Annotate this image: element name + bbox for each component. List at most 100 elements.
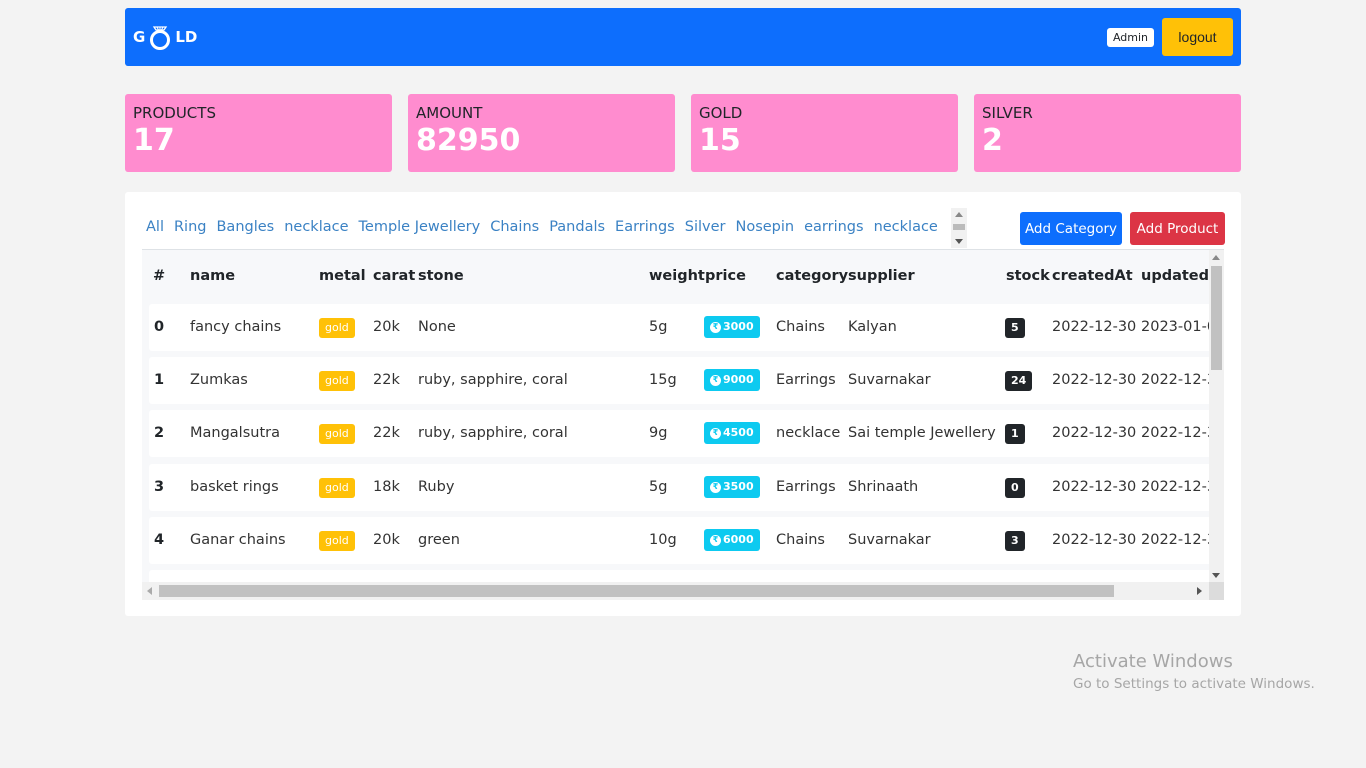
stock-badge: 5 [1005, 318, 1025, 338]
tab-pandals[interactable]: Pandals [549, 219, 605, 235]
row-updated-at: 2023-01-0 [1141, 319, 1217, 335]
stat-card-amount: AMOUNT 82950 [408, 94, 675, 172]
scroll-right-icon[interactable] [1197, 587, 1202, 595]
scroll-down-icon[interactable] [1212, 573, 1220, 578]
col-metal: metal [319, 268, 366, 284]
row-index: 2 [154, 425, 165, 441]
price-badge: ₹9000 [704, 369, 760, 391]
tab-earrings-lower[interactable]: earrings [804, 219, 863, 235]
tab-temple-jewellery[interactable]: Temple Jewellery [359, 219, 481, 235]
row-updated-at: 2022-12-3 [1141, 425, 1217, 441]
navbar: G LD Admin logout [125, 8, 1241, 66]
row-category: Earrings [776, 372, 836, 388]
col-price: price [705, 268, 746, 284]
row-stone: Ruby [418, 479, 455, 495]
rupee-icon: ₹ [710, 481, 721, 493]
price-value: 6000 [723, 533, 754, 546]
row-updated-at: 2022-12-3 [1141, 479, 1217, 495]
table-row[interactable]: 4 Ganar chains gold 20k green 10g ₹6000 … [149, 517, 1224, 564]
rupee-icon: ₹ [710, 427, 721, 439]
row-category: Chains [776, 532, 825, 548]
col-carat: carat [373, 268, 416, 284]
stat-value: 2 [982, 123, 1003, 158]
row-index: 1 [154, 372, 165, 388]
row-stone: green [418, 532, 460, 548]
rupee-icon: ₹ [710, 321, 721, 333]
price-badge: ₹3000 [704, 316, 760, 338]
row-created-at: 2022-12-30 [1052, 532, 1137, 548]
tab-all[interactable]: All [146, 219, 164, 235]
row-supplier: Shrinaath [848, 479, 919, 495]
row-category: necklace [776, 425, 841, 441]
tab-earrings[interactable]: Earrings [615, 219, 675, 235]
table-header: # name metal carat stone weight price ca… [142, 268, 1220, 292]
row-name: basket rings [190, 479, 279, 495]
table-vertical-scrollbar[interactable] [1209, 250, 1224, 582]
row-created-at: 2022-12-30 [1052, 319, 1137, 335]
add-product-button[interactable]: Add Product [1130, 212, 1225, 245]
col-supplier: supplier [848, 268, 915, 284]
row-stone: None [418, 319, 456, 335]
row-supplier: Kalyan [848, 319, 897, 335]
scroll-left-icon[interactable] [147, 587, 152, 595]
row-weight: 10g [649, 532, 677, 548]
row-updated-at: 2022-12-3 [1141, 372, 1217, 388]
scroll-thumb[interactable] [953, 224, 965, 230]
scroll-thumb[interactable] [1211, 266, 1222, 370]
logo-letters-ld: LD [175, 28, 198, 46]
stat-card-products: PRODUCTS 17 [125, 94, 392, 172]
tab-ring[interactable]: Ring [174, 219, 207, 235]
price-value: 3000 [723, 320, 754, 333]
row-name: fancy chains [190, 319, 282, 335]
table-row[interactable]: 1 Zumkas gold 22k ruby, sapphire, coral … [149, 357, 1224, 404]
scroll-up-icon[interactable] [955, 212, 963, 217]
col-name: name [190, 268, 236, 284]
metal-badge: gold [319, 531, 355, 551]
row-carat: 22k [373, 425, 400, 441]
row-index: 4 [154, 532, 165, 548]
logout-button[interactable]: logout [1162, 18, 1233, 56]
tab-silver[interactable]: Silver [685, 219, 726, 235]
metal-badge: gold [319, 424, 355, 444]
table-row[interactable]: 0 fancy chains gold 20k None 5g ₹3000 Ch… [149, 304, 1224, 351]
products-table: # name metal carat stone weight price ca… [142, 250, 1224, 600]
tab-necklace[interactable]: necklace [284, 219, 348, 235]
metal-badge: gold [319, 318, 355, 338]
row-supplier: Sai temple Jewellery [848, 425, 996, 441]
scroll-up-icon[interactable] [1212, 255, 1220, 260]
logo-letter-g: G [133, 28, 146, 46]
metal-badge: gold [319, 478, 355, 498]
scroll-down-icon[interactable] [955, 239, 963, 244]
row-weight: 9g [649, 425, 668, 441]
table-horizontal-scrollbar[interactable] [142, 582, 1224, 600]
tab-necklace-2[interactable]: necklace [874, 219, 938, 235]
metal-badge: gold [319, 371, 355, 391]
table-row[interactable]: 2 Mangalsutra gold 22k ruby, sapphire, c… [149, 410, 1224, 457]
price-value: 4500 [723, 426, 754, 439]
tabs-scrollbar[interactable] [951, 208, 967, 248]
price-badge: ₹4500 [704, 422, 760, 444]
tab-chains[interactable]: Chains [490, 219, 539, 235]
stat-value: 17 [133, 123, 175, 158]
row-created-at: 2022-12-30 [1052, 479, 1137, 495]
products-panel: All Ring Bangles necklace Temple Jewelle… [125, 192, 1241, 616]
ring-icon [148, 25, 172, 50]
add-category-button[interactable]: Add Category [1020, 212, 1122, 245]
tab-bangles[interactable]: Bangles [216, 219, 274, 235]
row-stone: ruby, sapphire, coral [418, 425, 568, 441]
stat-value: 15 [699, 123, 741, 158]
row-name: Ganar chains [190, 532, 286, 548]
row-name: Mangalsutra [190, 425, 280, 441]
stat-value: 82950 [416, 123, 521, 158]
row-carat: 20k [373, 532, 400, 548]
tab-nosepin[interactable]: Nosepin [735, 219, 794, 235]
watermark-subtitle: Go to Settings to activate Windows. [1073, 676, 1315, 692]
stat-card-silver: SILVER 2 [974, 94, 1241, 172]
row-updated-at: 2022-12-3 [1141, 532, 1217, 548]
col-weight: weight [649, 268, 705, 284]
stat-card-gold: GOLD 15 [691, 94, 958, 172]
table-row[interactable]: 3 basket rings gold 18k Ruby 5g ₹3500 Ea… [149, 464, 1224, 511]
scroll-thumb[interactable] [159, 585, 1114, 597]
brand-logo[interactable]: G LD [133, 25, 198, 50]
price-badge: ₹6000 [704, 529, 760, 551]
